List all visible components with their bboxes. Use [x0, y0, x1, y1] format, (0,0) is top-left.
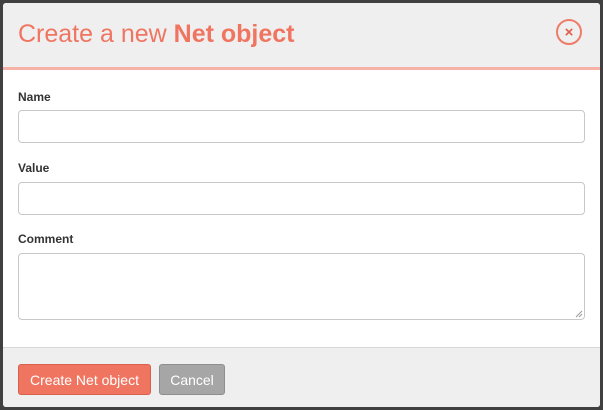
- name-input[interactable]: [18, 110, 585, 143]
- create-net-object-button[interactable]: Create Net object: [18, 364, 151, 395]
- close-button[interactable]: ×: [556, 19, 582, 45]
- dialog-body: Name Value Comment: [3, 70, 600, 347]
- close-icon: ×: [564, 23, 574, 41]
- resize-grip-icon[interactable]: [575, 310, 583, 318]
- value-label: Value: [18, 161, 50, 175]
- value-input[interactable]: [18, 182, 585, 215]
- dialog-footer: Create Net object Cancel: [3, 347, 600, 407]
- comment-field-wrapper: [18, 253, 585, 320]
- comment-textarea[interactable]: [18, 253, 585, 320]
- cancel-button[interactable]: Cancel: [159, 364, 225, 395]
- dialog-title-prefix: Create a new: [18, 20, 174, 48]
- dialog-header: Create a new Net object ×: [3, 3, 600, 70]
- dialog-title-strong: Net object: [173, 20, 295, 48]
- create-net-object-dialog: Create a new Net object × Name Value Com…: [3, 3, 600, 407]
- name-label: Name: [18, 90, 51, 104]
- dialog-title: Create a new Net object: [18, 19, 295, 49]
- comment-label: Comment: [18, 232, 74, 246]
